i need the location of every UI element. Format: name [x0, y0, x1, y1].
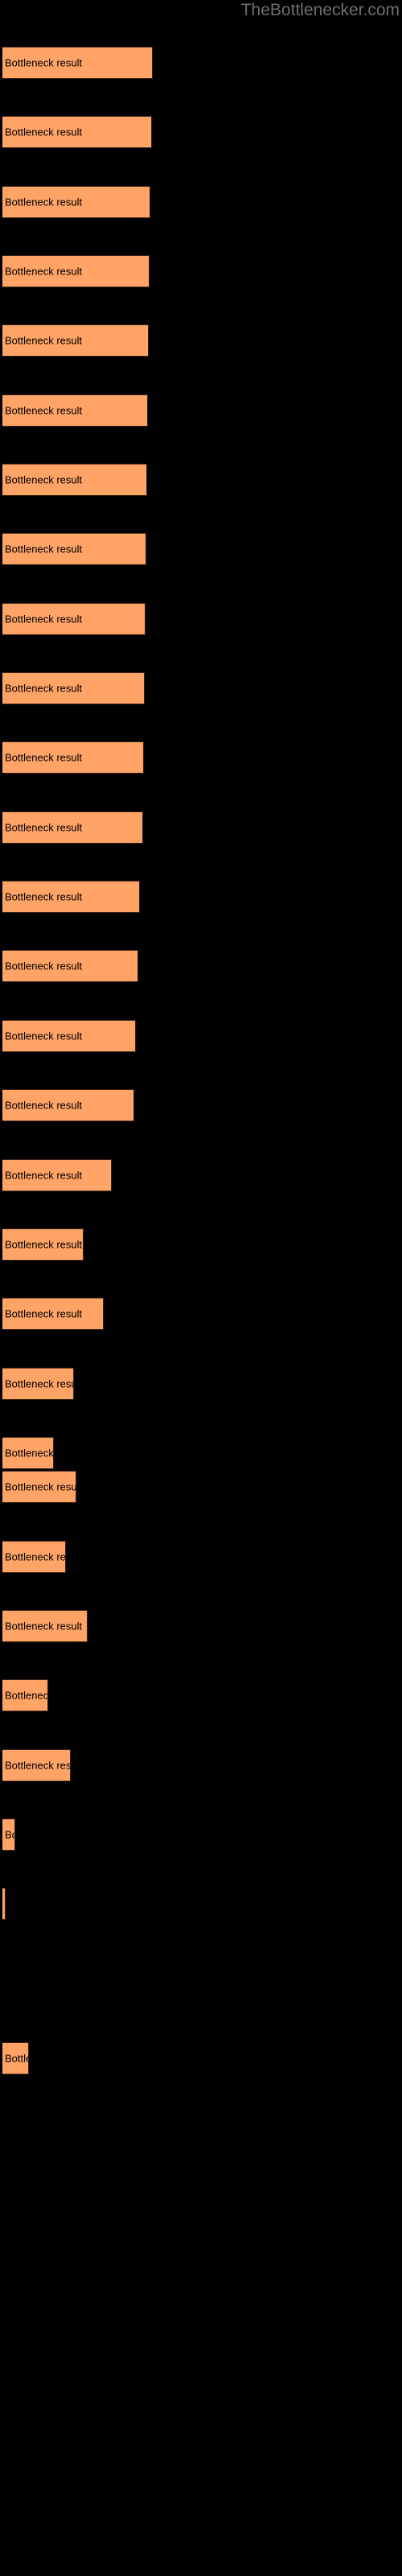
- bar-7: Bottleneck result: [2, 464, 147, 496]
- bar-1: Bottleneck result: [2, 47, 153, 79]
- bar-31: Bottleneck result: [2, 2042, 29, 2074]
- bar-12: Bottleneck result: [2, 811, 143, 844]
- bar-label-22: Bottleneck result: [5, 1480, 76, 1493]
- bar-19: Bottleneck result: [2, 1298, 104, 1330]
- bar-label-11: Bottleneck result: [5, 751, 83, 764]
- bar-17: Bottleneck result: [2, 1159, 112, 1191]
- bar-label-20: Bottleneck result: [5, 1377, 73, 1390]
- bar-21: Bottleneck result: [2, 1437, 54, 1469]
- bar-label-21: Bottleneck result: [5, 1447, 54, 1459]
- bar-9: Bottleneck result: [2, 603, 146, 635]
- bar-3: Bottleneck result: [2, 186, 150, 218]
- bar-8: Bottleneck result: [2, 533, 146, 565]
- bar-24: Bottleneck result: [2, 1610, 88, 1642]
- bar-11: Bottleneck result: [2, 741, 144, 774]
- bar-label-24: Bottleneck result: [5, 1620, 83, 1633]
- bar-5: Bottleneck result: [2, 324, 149, 357]
- bar-27: Bottleneck result: [2, 1818, 15, 1851]
- bar-label-6: Bottleneck result: [5, 404, 83, 417]
- bar-label-26: Bottleneck result: [5, 1759, 71, 1772]
- bar-label-8: Bottleneck result: [5, 543, 83, 555]
- bar-label-23: Bottleneck result: [5, 1550, 66, 1563]
- bar-label-1: Bottleneck result: [5, 56, 83, 69]
- bar-label-9: Bottleneck result: [5, 613, 83, 625]
- bar-label-7: Bottleneck result: [5, 473, 83, 486]
- bar-26: Bottleneck result: [2, 1749, 71, 1781]
- bar-label-3: Bottleneck result: [5, 196, 83, 208]
- bar-label-12: Bottleneck result: [5, 821, 83, 834]
- bar-label-18: Bottleneck result: [5, 1238, 83, 1251]
- bar-6: Bottleneck result: [2, 394, 148, 427]
- bar-label-5: Bottleneck result: [5, 334, 83, 347]
- bar-25: Bottleneck result: [2, 1679, 48, 1711]
- bar-label-17: Bottleneck result: [5, 1169, 83, 1182]
- bar-16: Bottleneck result: [2, 1089, 134, 1121]
- bar-2: Bottleneck result: [2, 116, 152, 148]
- bar-28: Bottleneck result: [2, 1888, 6, 1920]
- bar-18: Bottleneck result: [2, 1228, 84, 1261]
- bar-label-13: Bottleneck result: [5, 890, 83, 903]
- bar-label-19: Bottleneck result: [5, 1307, 83, 1320]
- bar-13: Bottleneck result: [2, 881, 140, 913]
- bar-label-27: Bottleneck result: [5, 1828, 14, 1841]
- bar-label-14: Bottleneck result: [5, 960, 83, 972]
- bar-20: Bottleneck result: [2, 1368, 74, 1400]
- bar-15: Bottleneck result: [2, 1020, 136, 1052]
- bar-label-10: Bottleneck result: [5, 682, 83, 695]
- bar-label-4: Bottleneck result: [5, 265, 83, 278]
- bar-10: Bottleneck result: [2, 672, 145, 704]
- bar-label-28: Bottleneck result: [5, 1898, 6, 1910]
- horizontal-bar-chart: Bottleneck result Bottleneck result Bottle…: [0, 0, 402, 2576]
- bar-label-16: Bottleneck result: [5, 1099, 83, 1112]
- bar-23: Bottleneck result: [2, 1541, 66, 1573]
- bar-label-15: Bottleneck result: [5, 1030, 83, 1042]
- bar-label-31: Bottleneck result: [5, 2052, 28, 2065]
- bar-22: Bottleneck result: [2, 1471, 76, 1503]
- bar-label-2: Bottleneck result: [5, 126, 83, 138]
- bar-14: Bottleneck result: [2, 950, 138, 982]
- bar-4: Bottleneck result: [2, 255, 150, 287]
- bar-label-25: Bottleneck result: [5, 1689, 48, 1702]
